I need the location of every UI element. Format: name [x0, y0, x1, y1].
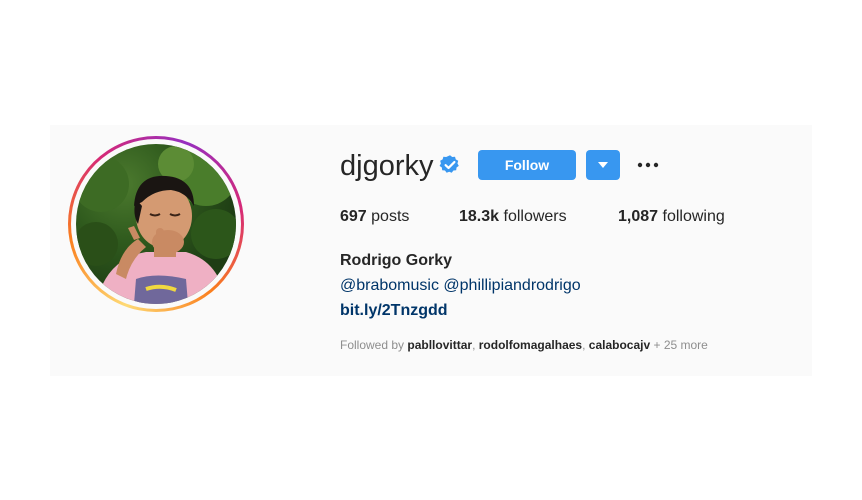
following-count: 1,087	[618, 208, 659, 225]
followed-by-prefix: Followed by	[340, 338, 408, 352]
posts-stat: 697 posts	[340, 208, 409, 226]
followed-by-user-2[interactable]: rodolfomagalhaes	[479, 338, 582, 352]
posts-label: posts	[366, 208, 410, 225]
caret-down-icon	[598, 162, 608, 168]
followers-label: followers	[499, 208, 567, 225]
followed-by-user-3[interactable]: calabocajv	[589, 338, 650, 352]
following-stat[interactable]: 1,087 following	[618, 208, 725, 226]
avatar[interactable]	[76, 144, 236, 304]
bio-mentions: @brabomusic @phillipiandrodrigo	[340, 277, 581, 295]
posts-count: 697	[340, 208, 367, 225]
follow-button[interactable]: Follow	[478, 150, 576, 180]
more-options-button[interactable]	[636, 152, 660, 178]
followers-stat[interactable]: 18.3k followers	[459, 208, 567, 226]
story-ring[interactable]	[68, 136, 244, 312]
mention-link-phillipiandrodrigo[interactable]: @phillipiandrodrigo	[443, 277, 580, 294]
followed-by-line[interactable]: Followed by pabllovittar, rodolfomagalha…	[340, 338, 708, 352]
verified-badge-icon	[439, 155, 459, 173]
followed-by-more[interactable]: + 25 more	[650, 338, 707, 352]
suggested-accounts-dropdown-button[interactable]	[586, 150, 620, 180]
profile-full-name: Rodrigo Gorky	[340, 252, 453, 269]
followed-by-user-1[interactable]: pabllovittar	[407, 338, 472, 352]
avatar-photo-illustration	[76, 144, 236, 304]
ellipsis-icon	[637, 162, 659, 168]
bio-external-link[interactable]: bit.ly/2Tnzgdd	[340, 302, 448, 320]
profile-username: djgorky	[340, 150, 434, 182]
mention-link-brabomusic[interactable]: @brabomusic	[340, 277, 439, 294]
following-label: following	[658, 208, 725, 225]
followers-count: 18.3k	[459, 208, 500, 225]
